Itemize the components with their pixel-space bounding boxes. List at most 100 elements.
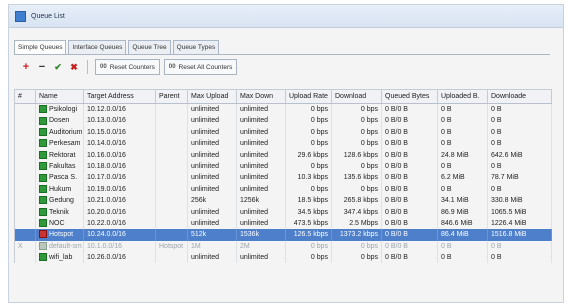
- cell-row-number: [15, 172, 36, 184]
- queue-name: Fakultas: [49, 162, 76, 170]
- reset-counters-button[interactable]: 00 Reset Counters: [95, 59, 160, 75]
- cell-target-address: 10.19.0.0/16: [84, 183, 156, 196]
- cell-max-upload: 1M: [188, 240, 237, 253]
- cell-max-download: unlimited: [237, 115, 286, 127]
- cell-uploaded-bytes: 846.6 MiB: [438, 217, 488, 230]
- add-icon[interactable]: +: [20, 61, 32, 73]
- cell-uploaded-bytes: 0 B: [438, 138, 488, 150]
- cell-uploaded-bytes: 86.9 MiB: [438, 206, 488, 218]
- table-row[interactable]: Hotspot 10.24.0.0/16 512k 1536k 126.5 kbps 13…: [15, 229, 552, 241]
- cell-target-address: 10.26.0.0/16: [84, 252, 156, 264]
- tab-interface-queues[interactable]: Interface Queues: [68, 40, 127, 55]
- cell-upload-rate: 29.6 kbps: [286, 149, 332, 161]
- cell-download-rate: 0 bps: [332, 240, 382, 253]
- col-header-parent[interactable]: Parent: [156, 90, 188, 103]
- cell-max-download: unlimited: [237, 138, 286, 150]
- cell-uploaded-bytes: 0 B: [438, 160, 488, 173]
- remove-icon[interactable]: −: [36, 61, 48, 73]
- cell-parent: [156, 229, 188, 241]
- cell-uploaded-bytes: 0 B: [438, 240, 488, 253]
- queue-name: Hukum: [49, 185, 72, 193]
- table-row[interactable]: Xdefault-sm 10.1.0.0/16 Hotspot 1M 2M 0 bps 0 …: [15, 240, 552, 253]
- queue-icon: [39, 241, 47, 250]
- table-row[interactable]: Perkesam 10.14.0.0/16 unlimited unlimited 0 …: [15, 138, 552, 150]
- cell-target-address: 10.17.0.0/16: [84, 172, 156, 184]
- reset-all-counters-button[interactable]: 00 Reset All Counters: [163, 59, 238, 75]
- cell-target-address: 10.22.0.0/16: [84, 217, 156, 230]
- cell-downloaded-bytes: 0 B: [488, 240, 552, 253]
- cell-row-number: [15, 160, 36, 173]
- cell-queued-bytes: 0 B/0 B: [382, 149, 438, 161]
- tab-queue-types[interactable]: Queue Types: [172, 40, 220, 55]
- col-header-number[interactable]: #: [15, 90, 36, 103]
- cell-target-address: 10.24.0.0/16: [84, 229, 156, 241]
- cell-max-upload: unlimited: [188, 126, 237, 139]
- cell-row-number: [15, 126, 36, 139]
- queue-name-cell: Teknik: [36, 206, 84, 218]
- col-header-max-upload[interactable]: Max Upload: [188, 90, 237, 103]
- cell-uploaded-bytes: 34.1 MiB: [438, 195, 488, 207]
- table-header: # Name Target Address Parent Max Upload …: [15, 89, 552, 104]
- table-row[interactable]: Rektorat 10.16.0.0/16 unlimited unlimited 29…: [15, 149, 552, 161]
- cell-uploaded-bytes: 0 B: [438, 183, 488, 196]
- queue-name: Teknik: [49, 208, 69, 216]
- cell-upload-rate: 0 bps: [286, 252, 332, 264]
- table-row[interactable]: Hukum 10.19.0.0/16 unlimited unlimited 0 bps…: [15, 183, 552, 196]
- cell-parent: [156, 138, 188, 150]
- col-header-download-rate[interactable]: Download: [332, 90, 382, 103]
- col-header-downloaded-bytes[interactable]: Downloade: [488, 90, 552, 103]
- col-header-upload-rate[interactable]: Upload Rate: [286, 90, 332, 103]
- col-header-target[interactable]: Target Address: [84, 90, 156, 103]
- table-row[interactable]: Dosen 10.13.0.0/16 unlimited unlimited 0 bps…: [15, 115, 552, 127]
- queue-name: default-sm: [49, 242, 82, 250]
- table-row[interactable]: Teknik 10.20.0.0/16 unlimited unlimited 34.5…: [15, 206, 552, 218]
- disable-x-icon[interactable]: ✖: [68, 61, 80, 73]
- queue-table: # Name Target Address Parent Max Upload …: [14, 89, 552, 264]
- cell-row-number: [15, 252, 36, 264]
- cell-max-upload: unlimited: [188, 183, 237, 196]
- table-row[interactable]: Gedung 10.21.0.0/16 256k 1256k 18.5 kbps 265.…: [15, 195, 552, 207]
- cell-download-rate: 128.6 kbps: [332, 149, 382, 161]
- cell-downloaded-bytes: 0 B: [488, 138, 552, 150]
- table-row[interactable]: Auditorium 10.15.0.0/16 unlimited unlimited…: [15, 126, 552, 139]
- cell-parent: [156, 172, 188, 184]
- cell-download-rate: 0 bps: [332, 183, 382, 196]
- cell-queued-bytes: 0 B/0 B: [382, 240, 438, 253]
- cell-parent: [156, 183, 188, 196]
- tab-queue-tree[interactable]: Queue Tree: [128, 40, 171, 55]
- cell-downloaded-bytes: 0 B: [488, 115, 552, 127]
- cell-max-download: unlimited: [237, 183, 286, 196]
- cell-queued-bytes: 0 B/0 B: [382, 217, 438, 230]
- cell-max-upload: unlimited: [188, 149, 237, 161]
- cell-max-download: unlimited: [237, 206, 286, 218]
- window-titlebar[interactable]: Queue List: [9, 5, 563, 28]
- queue-name: Gedung: [49, 197, 74, 205]
- queue-name-cell: Rektorat: [36, 149, 84, 161]
- counter-icon: 00: [100, 64, 107, 70]
- cell-parent: [156, 206, 188, 218]
- col-header-name[interactable]: Name: [36, 90, 84, 103]
- table-row[interactable]: NOC 10.22.0.0/16 unlimited unlimited 473.5 k…: [15, 217, 552, 230]
- cell-download-rate: 347.4 kbps: [332, 206, 382, 218]
- table-row[interactable]: Pasca S. 10.17.0.0/16 unlimited unlimited 10…: [15, 172, 552, 184]
- col-header-max-download[interactable]: Max Down: [237, 90, 286, 103]
- tab-simple-queues[interactable]: Simple Queues: [14, 40, 67, 55]
- table-row[interactable]: wifi_lab 10.26.0.0/16 unlimited unlimited 0 …: [15, 252, 552, 264]
- cell-download-rate: 0 bps: [332, 138, 382, 150]
- cell-max-upload: 256k: [188, 195, 237, 207]
- table-row[interactable]: Fakultas 10.18.0.0/16 unlimited unlimited 0 …: [15, 160, 552, 173]
- col-header-uploaded-bytes[interactable]: Uploaded B.: [438, 90, 488, 103]
- queue-icon: [39, 139, 47, 148]
- cell-target-address: 10.20.0.0/16: [84, 206, 156, 218]
- col-header-queued-bytes[interactable]: Queued Bytes: [382, 90, 438, 103]
- cell-downloaded-bytes: 0 B: [488, 183, 552, 196]
- enable-check-icon[interactable]: ✔: [52, 61, 64, 73]
- queue-name: Psikologi: [49, 106, 78, 113]
- cell-queued-bytes: 0 B/0 B: [382, 115, 438, 127]
- queue-icon: [39, 253, 47, 262]
- table-row[interactable]: Psikologi 10.12.0.0/16 unlimited unlimited 0…: [15, 104, 552, 116]
- queue-name-cell: Fakultas: [36, 160, 84, 173]
- cell-queued-bytes: 0 B/0 B: [382, 126, 438, 139]
- queue-icon: [39, 150, 47, 159]
- cell-max-download: unlimited: [237, 172, 286, 184]
